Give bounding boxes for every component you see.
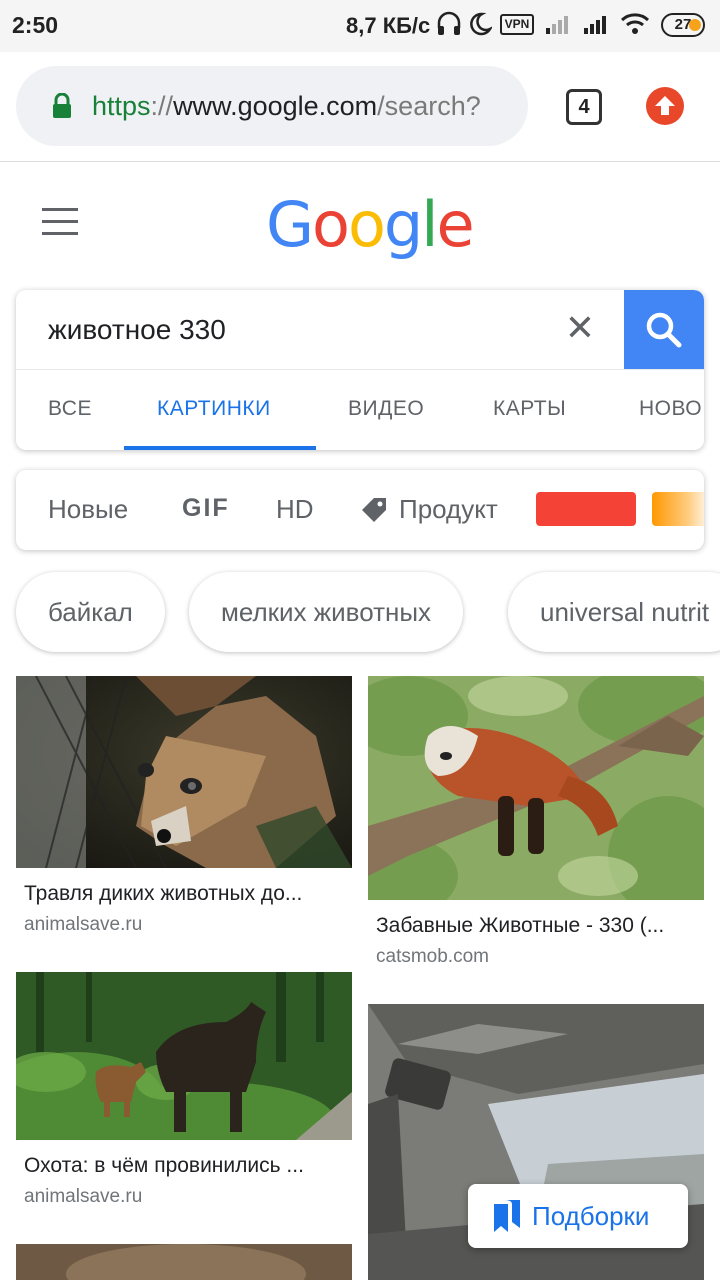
result-title[interactable]: Охота: в чём провинились ... xyxy=(24,1154,344,1178)
signal-icon xyxy=(546,16,568,34)
related-chip[interactable]: мелких животных xyxy=(189,572,464,652)
result-source[interactable]: animalsave.ru xyxy=(24,1186,142,1208)
tab-maps[interactable]: КАРТЫ xyxy=(493,397,566,421)
headphones-icon xyxy=(437,11,461,35)
browser-toolbar: https://www.google.com/search? xyxy=(0,52,720,162)
lock-icon xyxy=(53,93,71,118)
active-tab-indicator xyxy=(124,446,316,450)
filter-gif[interactable]: GIF xyxy=(182,494,230,523)
charging-dot xyxy=(689,19,701,31)
status-bar: 2:50 8,7 КБ/с VPN 27 xyxy=(0,0,720,52)
filter-bar: Новые GIF HD Продукт xyxy=(16,470,704,550)
signal-icon-2 xyxy=(584,16,606,34)
url-path: /search? xyxy=(377,91,481,121)
url-protocol: https xyxy=(92,91,151,121)
search-tabs: ВСЕ КАРТИНКИ ВИДЕО КАРТЫ НОВО xyxy=(16,369,704,450)
logo-letter: o xyxy=(347,188,386,261)
upload-button[interactable] xyxy=(646,87,684,125)
tag-icon xyxy=(362,498,386,522)
tab-video[interactable]: ВИДЕО xyxy=(348,397,424,421)
url-separator: :// xyxy=(150,91,174,121)
logo-letter: g xyxy=(383,188,423,261)
upload-icon xyxy=(655,96,675,115)
network-speed: 8,7 КБ/с xyxy=(346,13,431,38)
tab-switcher-button[interactable]: 4 xyxy=(566,89,602,125)
search-button[interactable] xyxy=(624,290,704,369)
status-time: 2:50 xyxy=(12,12,59,38)
battery-indicator: 27 xyxy=(661,13,705,37)
address-bar[interactable]: https://www.google.com/search? xyxy=(16,66,528,146)
search-input[interactable]: животное 330 xyxy=(48,314,226,346)
filter-new[interactable]: Новые xyxy=(48,494,128,525)
collections-label: Подборки xyxy=(532,1201,650,1231)
tab-images[interactable]: КАРТИНКИ xyxy=(157,397,271,421)
color-filter-orange[interactable] xyxy=(652,492,704,526)
related-chip[interactable]: байкал xyxy=(16,572,165,652)
result-source[interactable]: animalsave.ru xyxy=(24,914,142,936)
bookmark-icon xyxy=(494,1200,520,1232)
result-title[interactable]: Травля диких животных до... xyxy=(24,882,344,906)
result-image-moose[interactable] xyxy=(16,972,352,1140)
result-source[interactable]: catsmob.com xyxy=(376,946,489,968)
logo-letter: G xyxy=(266,188,314,261)
google-logo[interactable]: Google xyxy=(266,188,475,261)
color-filter-red[interactable] xyxy=(536,492,636,526)
search-card: животное 330 ✕ ВСЕ КАРТИНКИ ВИДЕО КАРТЫ … xyxy=(16,290,704,450)
filter-hd[interactable]: HD xyxy=(276,494,314,525)
result-title[interactable]: Забавные Животные - 330 (... xyxy=(376,914,696,938)
url-text: https://www.google.com/search? xyxy=(92,91,512,122)
logo-letter: e xyxy=(436,188,475,261)
logo-letter: l xyxy=(421,188,438,261)
wifi-icon xyxy=(620,13,650,34)
related-chip[interactable]: universal nutrit xyxy=(508,572,720,652)
search-icon xyxy=(646,312,682,348)
logo-letter: o xyxy=(312,188,350,261)
url-host: www.google.com xyxy=(173,91,378,121)
tab-news[interactable]: НОВО xyxy=(639,397,702,421)
vpn-icon: VPN xyxy=(500,14,534,35)
tab-all[interactable]: ВСЕ xyxy=(48,397,92,421)
moon-icon xyxy=(470,12,492,36)
menu-icon[interactable] xyxy=(42,208,78,236)
filter-product[interactable]: Продукт xyxy=(399,494,498,525)
clear-button[interactable]: ✕ xyxy=(564,310,596,346)
result-image-fox[interactable] xyxy=(16,676,352,868)
collections-button[interactable]: Подборки xyxy=(468,1184,688,1248)
result-image-partial[interactable] xyxy=(16,1244,352,1280)
result-image-red-panda[interactable] xyxy=(368,676,704,900)
